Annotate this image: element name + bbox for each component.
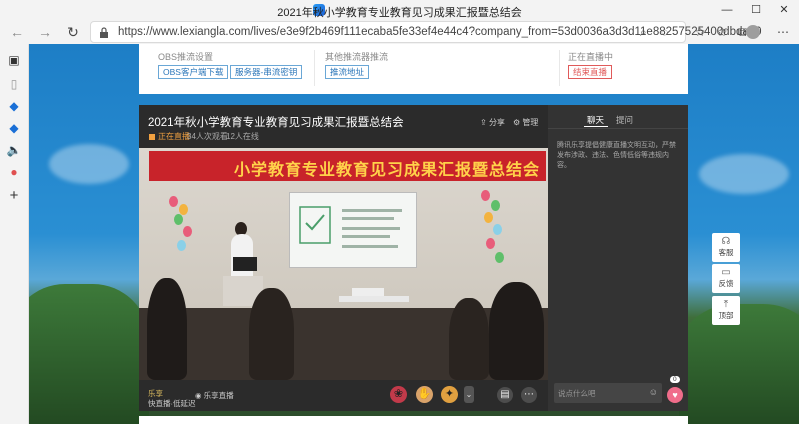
push-url-button[interactable]: 推流地址: [325, 65, 370, 79]
back-to-top-button[interactable]: ⤒ 顶部: [712, 296, 740, 325]
address-bar[interactable]: https://www.lexiangla.com/lives/e3e9f2b4…: [90, 21, 762, 43]
refresh-icon[interactable]: ↻: [64, 24, 82, 40]
share-live-button[interactable]: ◉ 乐享直播: [195, 390, 234, 401]
emoji-icon[interactable]: ☺: [649, 387, 658, 397]
balloon: [491, 200, 500, 211]
more-menu-icon[interactable]: ⋯: [774, 24, 792, 40]
balloon: [495, 252, 504, 263]
slide-graphic: [299, 206, 402, 248]
balloon: [481, 190, 490, 201]
favorites-icon[interactable]: ✩: [713, 24, 731, 40]
online-count: 12人在线: [226, 132, 259, 141]
close-icon[interactable]: ✕: [774, 2, 794, 18]
like-count: 0: [670, 376, 680, 383]
balloon: [486, 238, 495, 249]
headset-icon: ☊: [721, 236, 731, 247]
lock-icon: [100, 27, 108, 38]
live-player-card: 2021年秋小学教育专业教育见习成果汇报暨总结会 正在直播 34人次观看 12人…: [139, 105, 688, 411]
balloon: [174, 214, 183, 225]
zoom-icon[interactable]: ⌕: [640, 25, 647, 40]
table: [339, 296, 409, 302]
feedback-icon: ▭: [721, 267, 731, 278]
browser-sidebar: ▣ ▯ ◆ ◆ 🔈 ● +: [0, 44, 29, 424]
forward-icon[interactable]: →: [36, 24, 54, 40]
audience-person: [147, 278, 187, 380]
active-tab-indicator: [584, 126, 608, 127]
balloon: [177, 240, 186, 251]
server-key-button[interactable]: 服务器-串流密钥: [230, 65, 303, 79]
brand-text: 快直播·低延迟: [148, 399, 196, 408]
chat-notice: 腾讯乐享提倡健康直播文明互动，严禁发布涉政、违法、色情低俗等违规内容。: [557, 142, 676, 169]
minimize-icon[interactable]: —: [717, 2, 737, 18]
live-dot-icon: [149, 134, 155, 140]
obs-label: OBS推流设置: [158, 52, 214, 62]
laptop: [233, 257, 257, 271]
share-icon: ⇪: [480, 118, 489, 127]
gift-cheer-icon[interactable]: ✦: [441, 386, 458, 403]
window-title: 2021年秋小学教育专业教育见习成果汇报暨总结会: [277, 7, 522, 19]
audience-person: [249, 288, 294, 380]
tab-app-icon[interactable]: ◆: [6, 98, 22, 114]
chat-panel: 聊天 提问 腾讯乐享提倡健康直播文明互动，严禁发布涉政、违法、色情低俗等违规内容…: [548, 105, 688, 411]
tab-app-icon-3[interactable]: ●: [6, 164, 22, 180]
back-icon[interactable]: ←: [8, 24, 26, 40]
audience-person: [449, 298, 489, 380]
more-options-icon[interactable]: ⋯: [521, 387, 537, 403]
live-title: 2021年秋小学教育专业教育见习成果汇报暨总结会: [148, 117, 404, 129]
tab-chat[interactable]: 聊天: [587, 114, 604, 126]
live-status: 正在直播: [149, 131, 190, 142]
page-icon[interactable]: ▯: [6, 76, 22, 92]
add-tab-icon[interactable]: +: [6, 188, 22, 204]
gift-more-icon[interactable]: ⌄: [464, 386, 474, 403]
maximize-icon[interactable]: ☐: [746, 2, 766, 18]
arrow-up-icon: ⤒: [723, 299, 729, 310]
navigation-bar: ← → ↻ https://www.lexiangla.com/lives/e3…: [0, 20, 799, 44]
settings-icon: ⚙: [513, 118, 523, 127]
obs-download-button[interactable]: OBS客户端下载: [158, 65, 229, 79]
like-heart-icon[interactable]: ♥: [667, 387, 683, 403]
profile-avatar[interactable]: [746, 25, 760, 39]
stream-setup-card: OBS推流设置 OBS客户端下载 服务器-串流密钥 其他推流器推流 推流地址 正…: [139, 44, 688, 94]
balloon: [169, 196, 178, 207]
live-status-label: 正在直播中: [568, 52, 614, 62]
share-button[interactable]: ⇪ 分享: [480, 117, 505, 128]
service-button[interactable]: ☊ 客服: [712, 233, 740, 262]
trees: [29, 284, 149, 424]
balloon: [183, 226, 192, 237]
projection-screen: [289, 192, 417, 268]
cloud: [699, 154, 789, 194]
divider: [314, 50, 315, 86]
tracking-icon[interactable]: ◌: [661, 25, 668, 39]
live-video[interactable]: 小学教育专业教育见习成果汇报暨总结会: [139, 148, 548, 380]
tab-app-icon-2[interactable]: ◆: [6, 120, 22, 136]
audience-person: [489, 282, 544, 380]
feedback-button[interactable]: ▭ 反馈: [712, 264, 740, 293]
cloud: [49, 144, 129, 184]
view-count: 34人次观看: [187, 132, 228, 141]
balloon: [493, 224, 502, 235]
page-content: OBS推流设置 OBS客户端下载 服务器-串流密钥 其他推流器推流 推流地址 正…: [29, 44, 799, 424]
video-banner: 小学教育专业教育见习成果汇报暨总结会: [149, 151, 546, 181]
speaker-icon[interactable]: 🔈: [6, 142, 22, 158]
chat-input-placeholder: 说点什么吧: [558, 389, 596, 398]
gift-clap-icon[interactable]: ✋: [416, 386, 433, 403]
danmaku-icon[interactable]: ▤: [497, 387, 513, 403]
next-card: [139, 416, 688, 424]
chat-input[interactable]: 说点什么吧 ☺: [554, 383, 662, 403]
player-controls: 乐享 快直播·低延迟 ◉ 乐享直播 ❀ ✋ ✦ ⌄ ▤ ⋯: [139, 380, 548, 411]
encoder-label: 其他推流器推流: [325, 52, 389, 62]
favorite-star-icon[interactable]: ☆: [691, 24, 709, 40]
balloon: [484, 212, 493, 223]
tab-questions[interactable]: 提问: [616, 114, 633, 126]
tab-actions-icon[interactable]: ▣: [6, 52, 22, 68]
manage-button[interactable]: ⚙ 管理: [513, 117, 538, 128]
divider: [559, 50, 560, 86]
gift-rose-icon[interactable]: ❀: [390, 386, 407, 403]
divider: [548, 128, 688, 129]
end-live-button[interactable]: 结束直播: [568, 65, 613, 79]
window-titlebar: 2021年秋小学教育专业教育见习成果汇报暨总结会 — ☐ ✕: [0, 0, 799, 20]
balloon: [179, 204, 188, 215]
